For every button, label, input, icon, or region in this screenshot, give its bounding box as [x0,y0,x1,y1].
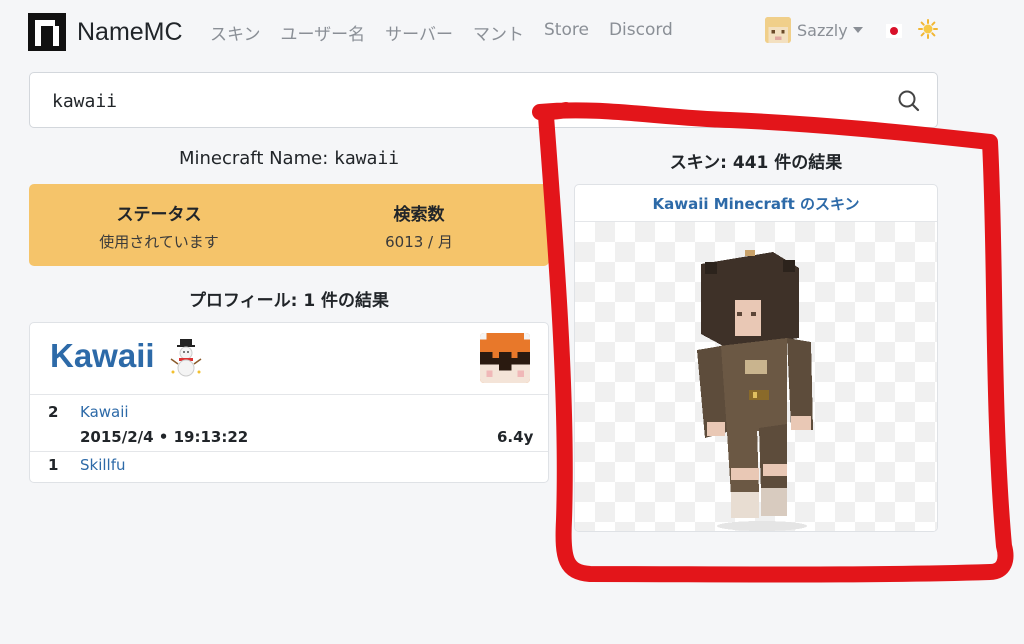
divider [30,394,548,395]
profile-card: Kawaii 2 Kawaii 2015/2/4 • 19:13:22 6.4y… [29,322,549,483]
minecraft-name-value: kawaii [334,148,400,169]
navbar: NameMC スキン ユーザー名 サーバー マント Store Discord … [0,0,1024,62]
nav-link-servers[interactable]: サーバー [385,20,453,45]
user-name: Sazzly [797,20,848,40]
minecraft-name-heading: Minecraft Name: kawaii [29,148,549,169]
skin-card-title-link[interactable]: Kawaii Minecraft のスキン [575,193,937,214]
profiles-heading: プロフィール: 1 件の結果 [188,291,390,311]
status-value: 使用されています [99,233,219,251]
history-row-number: 1 [48,456,59,474]
nav-link-capes[interactable]: マント [473,20,524,45]
snowman-icon [170,339,202,377]
searches-title: 検索数 [393,205,445,225]
search-bar [29,72,938,128]
history-row-name-link[interactable]: Skillfu [80,456,126,474]
user-avatar [765,17,791,43]
nav-link-skins[interactable]: スキン [210,20,261,45]
history-row-number: 2 [48,403,59,421]
status-title: ステータス [116,205,202,225]
japan-flag-icon[interactable] [886,24,902,38]
brand-name: NameMC [77,17,183,46]
skin-card: Kawaii Minecraft のスキン [574,184,938,532]
profile-head-icon[interactable] [480,333,530,383]
nav-link-discord[interactable]: Discord [609,20,673,45]
namemc-logo-icon [28,13,66,51]
skin-preview[interactable] [575,221,937,531]
search-input[interactable] [50,85,874,117]
profile-title-link[interactable]: Kawaii [50,337,155,375]
minecraft-skin-figure-icon [687,242,827,531]
sun-icon[interactable] [918,19,938,39]
searches-value: 6013 / 月 [385,233,453,251]
status-box: ステータス 使用されています 検索数 6013 / 月 [29,184,549,266]
search-icon[interactable] [893,85,925,117]
history-row-date: 2015/2/4 • 19:13:22 [80,428,249,446]
minecraft-name-label: Minecraft Name: [178,148,329,169]
nav-links: スキン ユーザー名 サーバー マント Store Discord [210,20,693,45]
chevron-down-icon [852,27,863,33]
skins-heading: スキン: 441 件の結果 [669,153,843,173]
divider [30,451,548,452]
brand-home-link[interactable]: NameMC [28,13,183,51]
user-menu[interactable]: Sazzly [765,17,863,43]
status-stat: ステータス 使用されています [29,200,289,252]
nav-link-store[interactable]: Store [544,20,589,45]
history-row-name-link[interactable]: Kawaii [80,403,129,421]
nav-link-usernames[interactable]: ユーザー名 [281,20,366,45]
searches-stat: 検索数 6013 / 月 [289,200,549,252]
history-row-age: 6.4y [497,428,534,446]
